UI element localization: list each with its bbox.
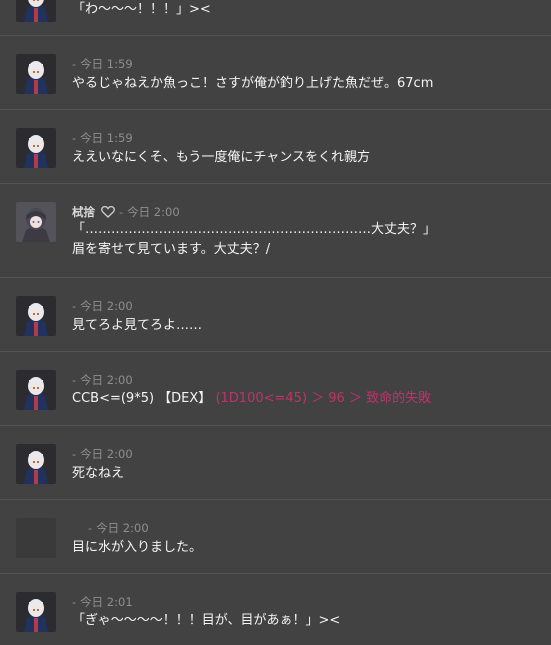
meta-separator: - bbox=[72, 299, 77, 313]
message-meta: - 今日 2:00 bbox=[72, 298, 133, 314]
timestamp: 今日 2:00 bbox=[80, 373, 133, 387]
message-text: 「わ～～～！！！」>< bbox=[72, 2, 211, 17]
chat-message: - 今日 1:59 ええいなにくそ、もう一度俺にチャンスをくれ親方 bbox=[0, 110, 551, 184]
meta-separator: - bbox=[72, 373, 77, 387]
avatar[interactable] bbox=[16, 370, 56, 410]
message-meta: - 今日 2:00 bbox=[88, 520, 149, 536]
avatar[interactable] bbox=[16, 54, 56, 94]
message-text: やるじゃねえか魚っこ！さすが俺が釣り上げた魚だぜ。67cm bbox=[72, 76, 434, 91]
heart-icon bbox=[101, 205, 115, 221]
chat-message: - 今日 1:59 やるじゃねえか魚っこ！さすが俺が釣り上げた魚だぜ。67cm bbox=[0, 36, 551, 110]
message-meta: - 今日 2:00 bbox=[72, 446, 133, 462]
avatar[interactable] bbox=[16, 128, 56, 168]
timestamp: 今日 2:01 bbox=[80, 595, 133, 609]
dice-command: CCB<=(9*5) 【DEX】 bbox=[72, 391, 212, 406]
timestamp: 今日 2:00 bbox=[80, 447, 133, 461]
chat-message: - 今日 2:00 見てろよ見てろよ…… bbox=[0, 278, 551, 352]
message-text: 見てろよ見てろよ…… bbox=[72, 318, 203, 333]
avatar[interactable] bbox=[16, 518, 56, 558]
message-meta: - 今日 2:00 bbox=[72, 372, 133, 388]
message-meta: - 今日 2:01 bbox=[72, 594, 133, 610]
meta-separator: - bbox=[72, 595, 77, 609]
message-meta: 栻捨 - 今日 2:00 bbox=[72, 204, 180, 221]
chat-message: - 今日 2:01 「ぎゃ～～～～！！！目が、目があぁ！」>< bbox=[0, 574, 551, 645]
avatar[interactable] bbox=[16, 296, 56, 336]
avatar[interactable] bbox=[16, 444, 56, 484]
message-meta: - 今日 1:59 bbox=[72, 130, 133, 146]
meta-separator: - bbox=[72, 57, 77, 71]
message-text: ええいなにくそ、もう一度俺にチャンスをくれ親方 bbox=[72, 150, 370, 165]
chat-message: 「わ～～～！！！」>< bbox=[0, 0, 551, 36]
chat-message: 栻捨 - 今日 2:00 「…………………………………………………………大丈夫？」 … bbox=[0, 184, 551, 278]
message-text: 目に水が入りました。 bbox=[72, 540, 203, 555]
chat-message: - 今日 2:00 目に水が入りました。 bbox=[0, 500, 551, 574]
message-text-line: 「…………………………………………………………大丈夫？」 bbox=[72, 222, 437, 237]
dice-result: (1D100<=45) ＞ 96 ＞ 致命的失敗 bbox=[215, 391, 432, 406]
timestamp: 今日 1:59 bbox=[80, 57, 133, 71]
timestamp: 今日 1:59 bbox=[80, 131, 133, 145]
message-text: CCB<=(9*5) 【DEX】 (1D100<=45) ＞ 96 ＞ 致命的失… bbox=[72, 389, 539, 409]
message-text: 「ぎゃ～～～～！！！目が、目があぁ！」>< bbox=[72, 613, 341, 628]
message-text-line: 眉を寄せて見ています。大丈夫？/ bbox=[72, 242, 271, 257]
chat-message: - 今日 2:00 CCB<=(9*5) 【DEX】 (1D100<=45) ＞ … bbox=[0, 352, 551, 426]
message-text: 死なねえ bbox=[72, 466, 125, 481]
timestamp: 今日 2:00 bbox=[96, 521, 149, 535]
chat-log: 「わ～～～！！！」>< - 今日 1:59 やるじゃねえか魚っこ！さすが俺が釣り上… bbox=[0, 0, 551, 645]
message-meta: - 今日 1:59 bbox=[72, 56, 133, 72]
sender-name[interactable]: 栻捨 bbox=[72, 205, 95, 219]
chat-message: - 今日 2:00 死なねえ bbox=[0, 426, 551, 500]
timestamp: 今日 2:00 bbox=[80, 299, 133, 313]
meta-separator: - bbox=[72, 131, 77, 145]
avatar[interactable] bbox=[16, 202, 56, 242]
meta-separator: - bbox=[72, 447, 77, 461]
avatar[interactable] bbox=[16, 0, 56, 22]
meta-separator: - bbox=[119, 205, 124, 219]
timestamp: 今日 2:00 bbox=[127, 205, 180, 219]
meta-separator: - bbox=[88, 521, 93, 535]
avatar[interactable] bbox=[16, 592, 56, 632]
